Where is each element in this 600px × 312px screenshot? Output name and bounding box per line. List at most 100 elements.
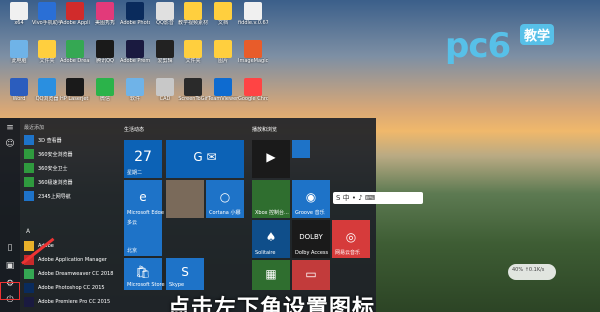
document-icon[interactable]: ▯ [4, 242, 16, 254]
app-icon [24, 149, 34, 159]
desktop-icon-label: ScreenToGif [178, 96, 208, 102]
tile-label: Groove 音乐 [295, 210, 325, 216]
desktop-icon[interactable]: Adobe Premiere... [120, 40, 150, 64]
app-list-item[interactable]: 3D 查看器 [24, 134, 62, 146]
menu-icon[interactable]: ≡ [4, 122, 16, 134]
desktop-icon-label: Adobe Applicati... [60, 20, 90, 26]
desktop-icon[interactable]: QQ浏览器 [32, 78, 62, 102]
desktop-icon[interactable]: Adobe Applicati... [60, 2, 90, 26]
tile-label: 多云 [127, 220, 138, 226]
desktop-icon-label: fiddle.v.0.67 [238, 20, 268, 26]
desktop-icon[interactable]: 此电脑 [4, 40, 34, 64]
start-tile[interactable]: DOLBY Dolby Access [292, 220, 330, 258]
app-icon [38, 78, 56, 96]
desktop-icon[interactable]: QQ影音 [150, 2, 180, 26]
app-icon [214, 2, 232, 20]
desktop-icon-label: Word [12, 96, 26, 102]
ime-toolbar[interactable]: S 中 • ♪ ⌨ [333, 192, 423, 204]
desktop-icon[interactable]: x64 [4, 2, 34, 26]
desktop-icon[interactable]: Adobe Dreamwe... [60, 40, 90, 64]
desktop-icon[interactable]: 爱剪辑 [150, 40, 180, 64]
start-tile[interactable]: ◎ 网易云音乐 [332, 220, 370, 258]
start-tile[interactable] [166, 180, 204, 218]
start-tile[interactable]: 27 星期二 [124, 140, 162, 178]
tile-label: 星期二 [127, 170, 143, 176]
section-a-header[interactable]: A [26, 228, 30, 235]
tile-icon: ◉ [305, 190, 317, 205]
desktop-icon[interactable]: fiddle.v.0.67 [238, 2, 268, 26]
tile-label: Cortana 小娜 [209, 210, 241, 216]
desktop-icon[interactable]: Word [4, 78, 34, 102]
app-icon [38, 2, 56, 20]
desktop-icon-label: QQ浏览器 [35, 96, 59, 102]
desktop-icon[interactable]: 软件 [120, 78, 150, 102]
user-icon[interactable]: ☺ [4, 138, 16, 150]
app-icon [10, 40, 28, 58]
start-tile[interactable] [292, 140, 310, 158]
app-icon [126, 78, 144, 96]
app-list-item[interactable]: 2345上网导航 [24, 190, 71, 202]
app-list: 最近添加 3D 查看器 360安全浏览器 360安全卫士 360极速浏览器 2345上网… [20, 118, 116, 312]
start-tile[interactable]: G ✉ [166, 140, 244, 178]
app-list-item[interactable]: Adobe Premiere Pro CC 2015 [24, 296, 110, 308]
desktop-icon[interactable]: 美图秀秀 [90, 2, 120, 26]
start-tile[interactable]: 北京 [124, 228, 162, 256]
app-icon [24, 269, 34, 279]
start-tile[interactable]: ▦ [252, 260, 290, 290]
start-tile[interactable]: Xbox 控制台... [252, 180, 290, 218]
app-list-item[interactable]: Adobe Photoshop CC 2015 [24, 282, 105, 294]
desktop-icon[interactable]: 教学视频素材 [178, 2, 208, 26]
desktop-icon[interactable]: Vivo手机助手 [32, 2, 62, 26]
desktop-icon[interactable]: Google Chrome [238, 78, 268, 102]
app-list-item[interactable]: Adobe Dreamweaver CC 2018 [24, 268, 113, 280]
desktop-icon[interactable]: 腾讯QQ [90, 40, 120, 64]
desktop-icon[interactable]: 图片 [208, 40, 238, 64]
desktop-icon[interactable]: CAD [150, 78, 180, 102]
desktop-icon-label: 腾讯QQ [96, 58, 114, 64]
desktop-icon-label: 文件夹 [39, 58, 55, 64]
start-tile[interactable]: ▭ [292, 260, 330, 290]
pictures-icon[interactable]: ▣ [4, 260, 16, 272]
start-tile[interactable]: ○ Cortana 小娜 [206, 180, 244, 218]
start-tile[interactable]: S Skype [166, 258, 204, 290]
desktop-icon[interactable]: 文件夹 [178, 40, 208, 64]
app-icon [96, 2, 114, 20]
app-list-label: 3D 查看器 [38, 137, 62, 144]
desktop-icon[interactable]: ImageMagick [238, 40, 268, 64]
desktop-icon[interactable]: HP Laserjet Pro [60, 78, 90, 102]
app-icon [24, 191, 34, 201]
app-icon [126, 40, 144, 58]
app-list-item[interactable]: Adobe Application Manager [24, 254, 107, 266]
tile-icon: ▦ [265, 266, 277, 281]
app-icon [184, 78, 202, 96]
start-tile[interactable]: 多云 [124, 214, 162, 228]
desktop-icon[interactable]: 文件夹 [32, 40, 62, 64]
start-tile[interactable]: ♠ Solitaire [252, 220, 290, 258]
desktop-icon-label: x64 [14, 20, 24, 26]
desktop-icon-label: 美图秀秀 [94, 20, 115, 26]
tile-icon: ▭ [305, 266, 317, 281]
app-icon [126, 2, 144, 20]
net-speed-text: 40% ↑0.1K/s [512, 267, 545, 273]
app-icon [24, 177, 34, 187]
desktop-icon[interactable]: ScreenToGif [178, 78, 208, 102]
start-tile[interactable]: ◉ Groove 音乐 [292, 180, 330, 218]
desktop-icon[interactable]: 文档 [208, 2, 238, 26]
app-icon [214, 40, 232, 58]
app-list-item[interactable]: 360安全卫士 [24, 162, 68, 174]
start-tile[interactable]: e Microsoft Edge [124, 180, 164, 218]
app-list-item[interactable]: 360极速浏览器 [24, 176, 73, 188]
tile-big-text: 27 [134, 149, 152, 166]
recent-title: 最近添加 [24, 125, 45, 131]
desktop-icon[interactable]: TeamViewer [208, 78, 238, 102]
ime-text: S 中 • ♪ ⌨ [336, 194, 376, 202]
tile-label: 网易云音乐 [335, 250, 361, 256]
net-speed-widget[interactable]: 40% ↑0.1K/s [508, 264, 556, 280]
desktop-icon[interactable]: 微信 [90, 78, 120, 102]
app-icon [66, 78, 84, 96]
group-play-label: 播放和浏览 [252, 127, 278, 133]
desktop-icon[interactable]: Adobe Photosh... [120, 2, 150, 26]
app-list-item[interactable]: 360安全浏览器 [24, 148, 73, 160]
start-tile[interactable]: 🛍 Microsoft Store [124, 258, 165, 290]
start-tile[interactable]: ▶ [252, 140, 290, 178]
